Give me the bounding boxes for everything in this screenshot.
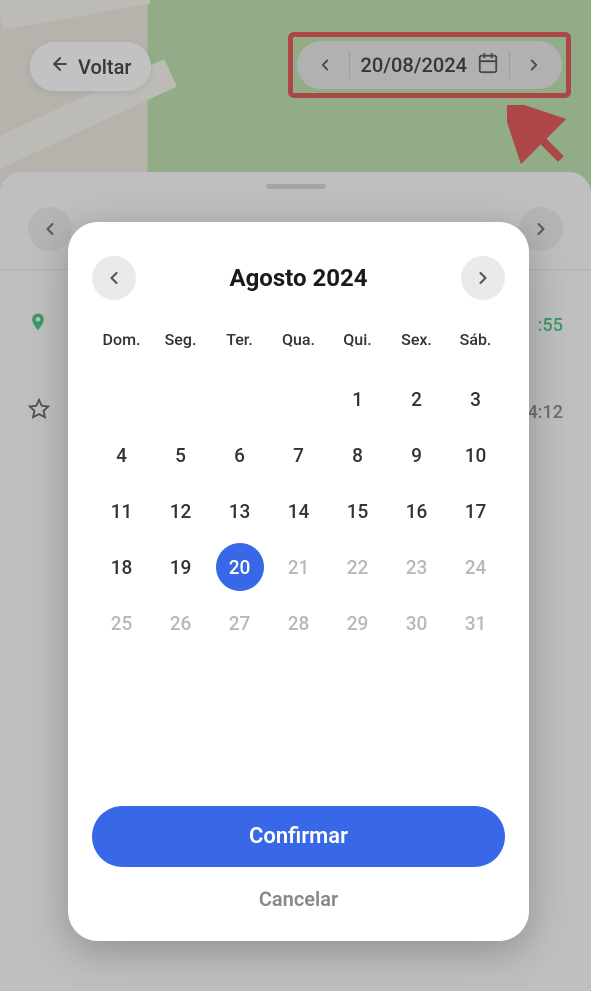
calendar-empty-cell [210, 375, 269, 423]
calendar-day-cell[interactable]: 5 [151, 431, 210, 479]
calendar-day-cell[interactable]: 20 [210, 543, 269, 591]
calendar-empty-cell [92, 375, 151, 423]
calendar-day-cell: 27 [210, 599, 269, 647]
calendar-weekday-label: Ter. [210, 330, 269, 367]
calendar-day-cell: 21 [269, 543, 328, 591]
calendar-day-cell: 23 [387, 543, 446, 591]
calendar-month-title: Agosto 2024 [229, 264, 367, 292]
calendar-day-cell[interactable]: 19 [151, 543, 210, 591]
calendar-day-cell: 26 [151, 599, 210, 647]
calendar-day-cell: 29 [328, 599, 387, 647]
calendar-day-cell[interactable]: 16 [387, 487, 446, 535]
calendar-modal: Agosto 2024 Dom.Seg.Ter.Qua.Qui.Sex.Sáb.… [68, 222, 529, 941]
calendar-day-cell[interactable]: 8 [328, 431, 387, 479]
calendar-day-cell[interactable]: 13 [210, 487, 269, 535]
calendar-prev-month-button[interactable] [92, 256, 136, 300]
calendar-day-cell: 31 [446, 599, 505, 647]
calendar-day-cell[interactable]: 15 [328, 487, 387, 535]
calendar-day-cell[interactable]: 7 [269, 431, 328, 479]
calendar-weekday-label: Seg. [151, 330, 210, 367]
calendar-next-month-button[interactable] [461, 256, 505, 300]
calendar-weekday-label: Sex. [387, 330, 446, 367]
calendar-day-cell[interactable]: 3 [446, 375, 505, 423]
calendar-weekday-label: Sáb. [446, 330, 505, 367]
calendar-day-cell: 30 [387, 599, 446, 647]
calendar-day-cell[interactable]: 14 [269, 487, 328, 535]
cancel-button[interactable]: Cancelar [259, 887, 338, 911]
calendar-day-cell: 28 [269, 599, 328, 647]
calendar-day-cell[interactable]: 10 [446, 431, 505, 479]
calendar-day-cell[interactable]: 12 [151, 487, 210, 535]
calendar-day-cell[interactable]: 18 [92, 543, 151, 591]
calendar-day-cell[interactable]: 4 [92, 431, 151, 479]
calendar-weekday-label: Qui. [328, 330, 387, 367]
calendar-day-cell: 22 [328, 543, 387, 591]
calendar-empty-cell [151, 375, 210, 423]
calendar-day-cell: 25 [92, 599, 151, 647]
calendar-day-cell[interactable]: 6 [210, 431, 269, 479]
calendar-weekday-label: Dom. [92, 330, 151, 367]
calendar-day-cell[interactable]: 2 [387, 375, 446, 423]
calendar-day-cell[interactable]: 1 [328, 375, 387, 423]
calendar-day-cell: 24 [446, 543, 505, 591]
calendar-empty-cell [269, 375, 328, 423]
calendar-day-cell[interactable]: 11 [92, 487, 151, 535]
calendar-weekday-label: Qua. [269, 330, 328, 367]
calendar-day-cell[interactable]: 17 [446, 487, 505, 535]
confirm-button[interactable]: Confirmar [92, 806, 505, 867]
calendar-grid: Dom.Seg.Ter.Qua.Qui.Sex.Sáb.123456789101… [92, 330, 505, 647]
calendar-day-cell[interactable]: 9 [387, 431, 446, 479]
